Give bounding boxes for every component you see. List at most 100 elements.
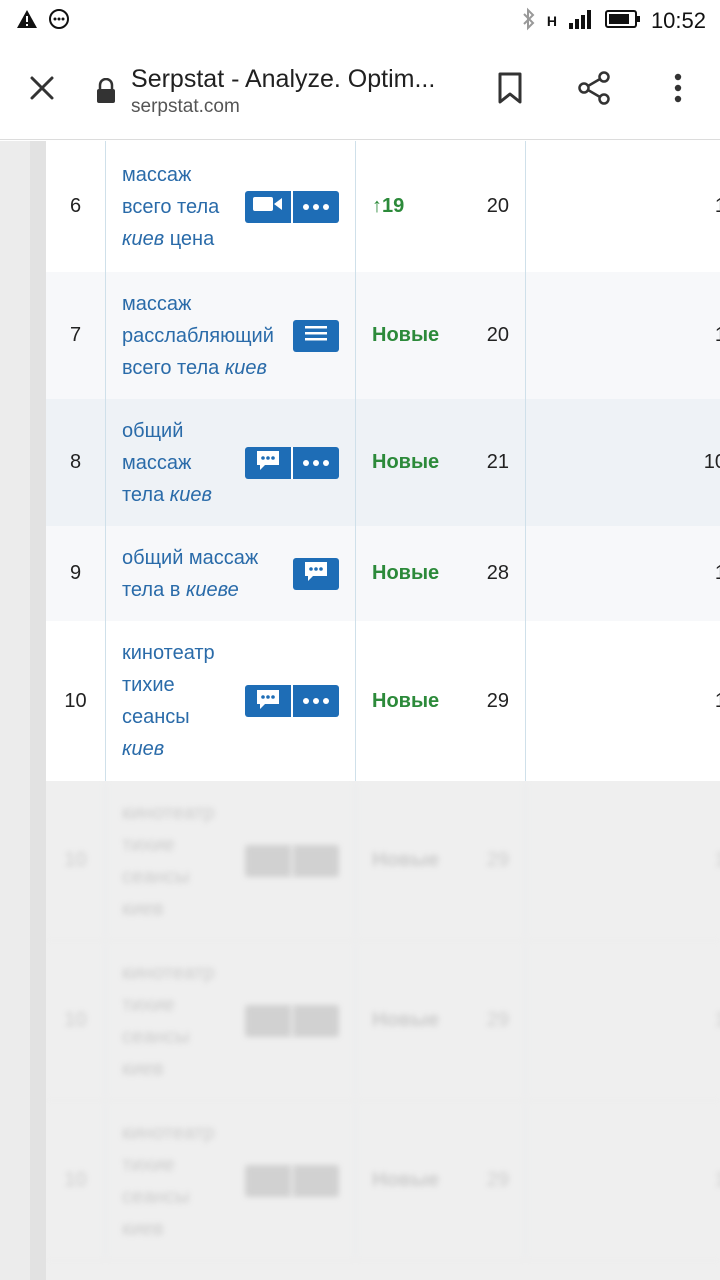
serp-feature-buttons bbox=[245, 685, 339, 717]
position: 29 bbox=[466, 1101, 526, 1260]
close-icon bbox=[28, 74, 56, 107]
clock: 10:52 bbox=[650, 8, 706, 33]
more-button[interactable] bbox=[291, 446, 339, 479]
bluetooth-icon bbox=[521, 7, 537, 36]
chat-icon bbox=[255, 449, 281, 476]
bookmark-button[interactable] bbox=[468, 42, 552, 140]
volume: 1 bbox=[526, 141, 720, 272]
chat-icon bbox=[255, 688, 281, 715]
keyword-cell: кинотеатр тихие сеансы киев bbox=[106, 941, 356, 1100]
position-change: Новые bbox=[372, 689, 440, 712]
table-row: 8 общий массаж тела киев Новые 21 1 bbox=[46, 399, 720, 526]
volume: 1 bbox=[526, 1101, 720, 1260]
warning-icon bbox=[16, 9, 38, 34]
keyword-link[interactable]: общий массаж тела киев bbox=[122, 415, 239, 511]
serp-feature-buttons bbox=[245, 446, 339, 479]
more-button[interactable] bbox=[291, 190, 339, 223]
reviews-button[interactable] bbox=[293, 557, 339, 590]
network-type-label: H bbox=[546, 13, 557, 29]
serp-feature-buttons bbox=[293, 557, 339, 590]
more-horiz-icon bbox=[291, 844, 339, 877]
keyword-cell: кинотеатр тихие сеансы киев bbox=[106, 621, 356, 781]
volume: 1 bbox=[526, 621, 720, 781]
row-number: 10 bbox=[46, 1101, 106, 1260]
serp-feature-buttons bbox=[245, 190, 339, 223]
page-content: 6 массаж всего тела киев цена ↑ 19 20 7 … bbox=[0, 141, 720, 1280]
row-number: 10 bbox=[46, 941, 106, 1100]
keyword-cell: общий массаж тела киев bbox=[106, 399, 356, 526]
page-url: serpstat.com bbox=[131, 95, 240, 117]
keywords-table: 6 массаж всего тела киев цена ↑ 19 20 7 … bbox=[46, 141, 720, 781]
status-bar: H 10:52 bbox=[0, 0, 720, 42]
position: 29 bbox=[466, 781, 526, 940]
position: 29 bbox=[466, 941, 526, 1100]
chat-icon bbox=[303, 560, 329, 587]
position-change: Новые bbox=[372, 451, 440, 473]
video-icon bbox=[252, 195, 284, 218]
more-horiz-icon bbox=[301, 198, 331, 216]
list-icon bbox=[305, 325, 327, 346]
position: 29 bbox=[466, 621, 526, 781]
share-button[interactable] bbox=[552, 42, 636, 140]
keyword-cell: массаж всего тела киев цена bbox=[106, 141, 356, 272]
volume: 1 bbox=[526, 781, 720, 940]
position-change: Новые bbox=[372, 562, 440, 584]
close-button[interactable] bbox=[0, 42, 83, 140]
table-row: 7 массаж расслабляющий всего тела киев Н… bbox=[46, 272, 720, 399]
video-button[interactable] bbox=[245, 190, 291, 223]
more-horiz-icon bbox=[301, 692, 331, 710]
volume: 1 bbox=[526, 272, 720, 399]
volume: 10 bbox=[703, 451, 720, 473]
row-number: 9 bbox=[46, 526, 106, 621]
keyword-link[interactable]: общий массаж тела в киеве bbox=[122, 542, 287, 606]
position: 20 bbox=[466, 141, 526, 272]
more-horiz-icon bbox=[301, 454, 331, 472]
chat-icon bbox=[245, 1164, 291, 1197]
table-row: 9 общий массаж тела в киеве Новые 28 1 bbox=[46, 526, 720, 621]
blurred-row: 10 кинотеатртихиесеансыкиев Новые 29 1 bbox=[46, 1101, 720, 1261]
row-number: 7 bbox=[46, 272, 106, 399]
lock-icon bbox=[95, 71, 119, 111]
left-rail bbox=[0, 141, 46, 1280]
table-row: 10 кинотеатр тихие сеансы киев Новые 29 bbox=[46, 621, 720, 781]
reviews-button[interactable] bbox=[245, 446, 291, 479]
keyword-cell: массаж расслабляющий всего тела киев bbox=[106, 272, 356, 399]
list-button[interactable] bbox=[293, 319, 339, 352]
blurred-row: 10 кинотеатртихиесеансыкиев Новые 29 1 bbox=[46, 941, 720, 1101]
row-number: 6 bbox=[46, 141, 106, 272]
keyword-link[interactable]: кинотеатр тихие сеансы киев bbox=[122, 637, 239, 765]
overflow-menu-button[interactable] bbox=[636, 42, 720, 140]
row-number: 8 bbox=[46, 399, 106, 526]
keyword-cell: кинотеатр тихие сеансы киев bbox=[106, 1101, 356, 1260]
bookmark-icon bbox=[497, 72, 523, 109]
position: 28 bbox=[466, 526, 526, 621]
arrow-up-icon: ↑ bbox=[372, 195, 382, 217]
position: 21 bbox=[466, 399, 526, 526]
reviews-button[interactable] bbox=[245, 685, 291, 717]
custom-tab-toolbar: Serpstat - Analyze. Optim... serpstat.co… bbox=[0, 42, 720, 140]
more-horiz-icon bbox=[291, 1164, 339, 1197]
position-change: Новые bbox=[372, 1009, 440, 1031]
keyword-cell: кинотеатр тихие сеансы киев bbox=[106, 781, 356, 940]
row-number: 10 bbox=[46, 781, 106, 940]
volume: 1 bbox=[526, 526, 720, 621]
position-change: ↑ 19 bbox=[372, 195, 405, 217]
position-change: Новые bbox=[372, 324, 440, 346]
position-change: Новые bbox=[372, 849, 440, 871]
keyword-link[interactable]: массаж всего тела киев цена bbox=[122, 159, 239, 255]
more-horiz-icon bbox=[291, 1004, 339, 1037]
page-title-area[interactable]: Serpstat - Analyze. Optim... serpstat.co… bbox=[131, 63, 468, 119]
page-title: Serpstat - Analyze. Optim... bbox=[131, 64, 436, 93]
chat-icon bbox=[245, 1004, 291, 1037]
row-number: 10 bbox=[46, 621, 106, 781]
table-row: 6 массаж всего тела киев цена ↑ 19 20 bbox=[46, 141, 720, 272]
volume: 1 bbox=[526, 941, 720, 1100]
position: 20 bbox=[466, 272, 526, 399]
keyword-cell: общий массаж тела в киеве bbox=[106, 526, 356, 621]
chat-icon bbox=[245, 844, 291, 877]
blurred-row: 10 кинотеатртихиесеансыкиев Новые 29 1 bbox=[46, 781, 720, 941]
more-button[interactable] bbox=[291, 685, 339, 717]
position-change: Новые bbox=[372, 1169, 440, 1191]
battery-icon bbox=[604, 9, 641, 34]
signal-icon bbox=[567, 9, 595, 34]
